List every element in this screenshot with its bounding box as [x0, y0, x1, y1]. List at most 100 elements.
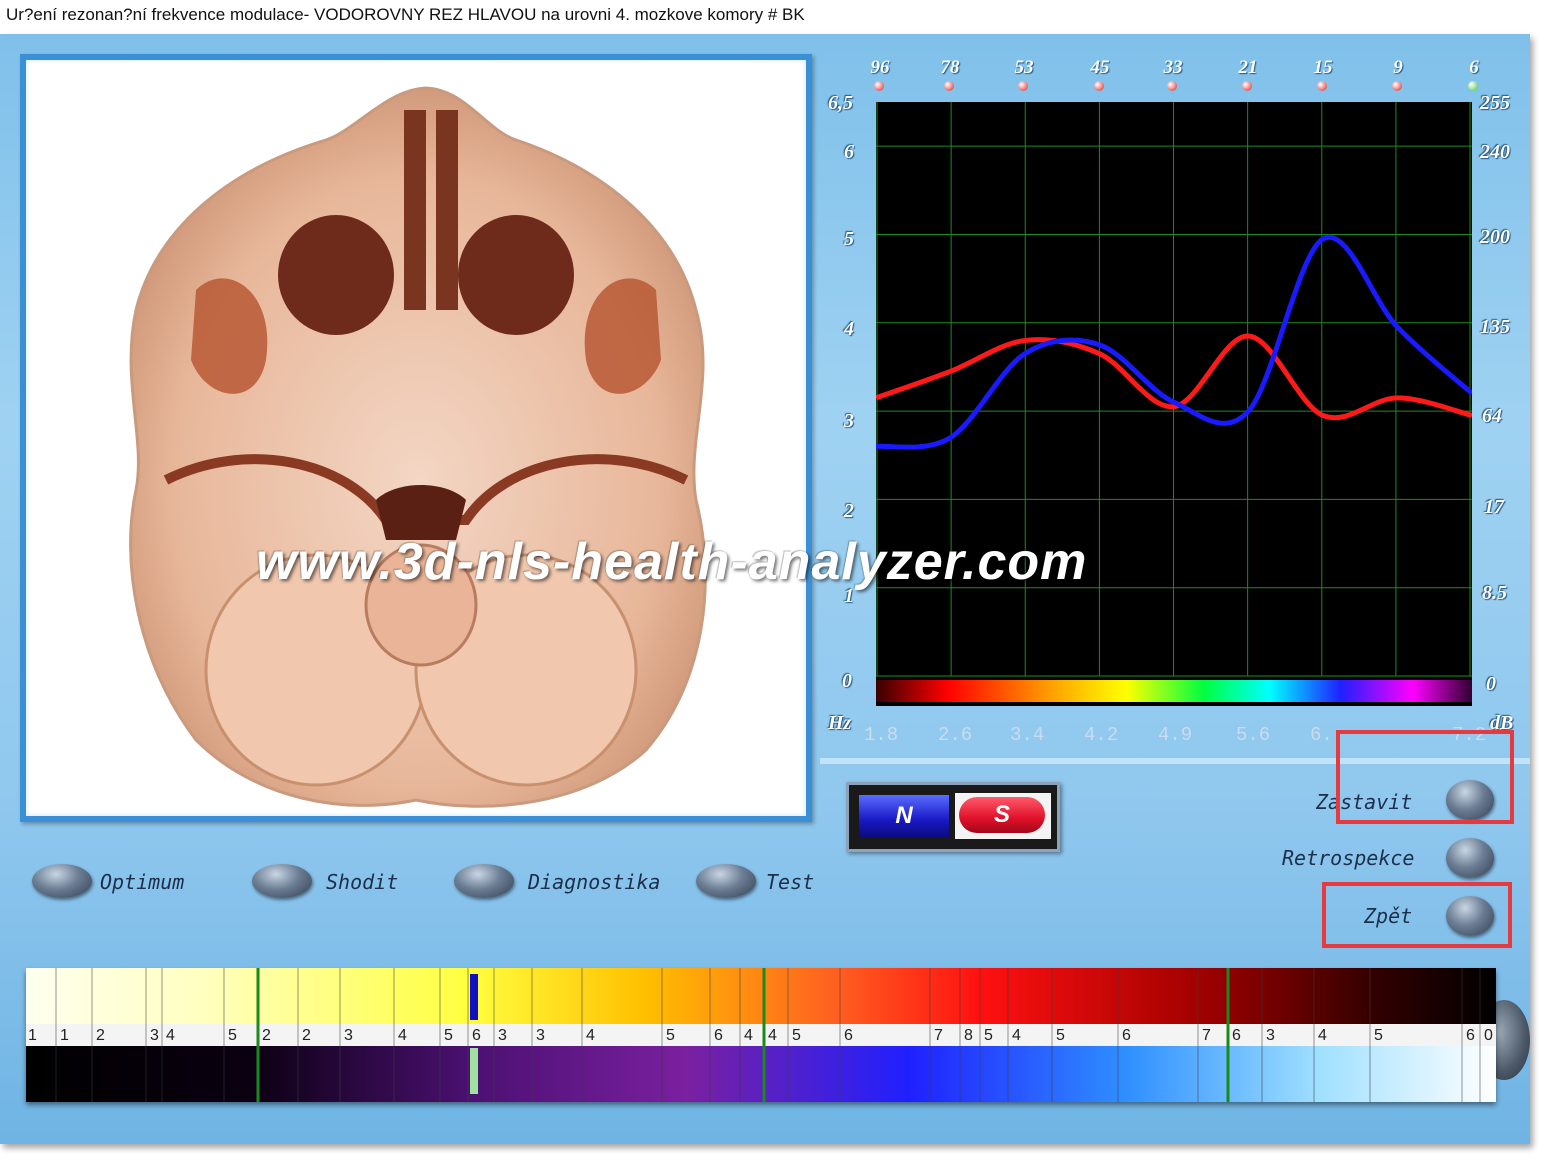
scale-number: 2: [96, 1027, 105, 1044]
right-axis-label: 240: [1480, 141, 1510, 163]
right-axis-label: 64: [1482, 405, 1502, 427]
top-indicator-dot: [1094, 81, 1104, 91]
left-axis-label: 4: [844, 318, 854, 340]
scale-position-marker-lower[interactable]: [470, 1048, 478, 1094]
retrospekce-button[interactable]: [1446, 838, 1494, 878]
x-axis-label: 2.6: [938, 724, 973, 746]
optimum-label[interactable]: Optimum: [100, 870, 184, 894]
top-frequency-label: 15: [1313, 57, 1333, 78]
scale-number: 6: [1122, 1027, 1131, 1044]
left-axis-label: 2: [844, 500, 854, 522]
scale-number-band: [26, 1024, 1496, 1046]
right-axis-label: 200: [1480, 226, 1510, 248]
scale-number: 3: [1266, 1027, 1275, 1044]
top-frequency-label: 53: [1014, 57, 1034, 78]
scale-number: 3: [150, 1027, 159, 1044]
scale-number: 7: [934, 1027, 943, 1044]
s-polarity-button[interactable]: S: [959, 797, 1045, 833]
x-axis-label: 6.: [1310, 724, 1333, 746]
scale-number: 0: [1484, 1027, 1493, 1044]
highlight-box-zpet: [1322, 882, 1512, 948]
top-frequency-label: 45: [1090, 57, 1110, 78]
top-frequency-label: 78: [940, 57, 960, 78]
top-frequency-label: 96: [870, 57, 890, 78]
top-frequency-label: 33: [1163, 57, 1183, 78]
right-axis-label: 255: [1480, 92, 1510, 114]
spectrum-strip: [876, 680, 1472, 702]
left-axis-label: 6: [844, 141, 854, 163]
top-indicator-dot: [1242, 81, 1252, 91]
frequency-scale-bar[interactable]: 1123452234563345644567854567634560: [26, 968, 1496, 1102]
scale-number: 6: [1466, 1027, 1475, 1044]
scale-number: 4: [744, 1027, 753, 1044]
diagnostika-label[interactable]: Diagnostika: [528, 870, 660, 894]
scale-number: 5: [666, 1027, 675, 1044]
top-indicator-dot: [944, 81, 954, 91]
x-axis-label: 1.8: [864, 724, 899, 746]
right-axis-label: 0: [1486, 673, 1496, 695]
scale-number: 4: [398, 1027, 407, 1044]
scale-number: 4: [768, 1027, 777, 1044]
scale-number: 5: [444, 1027, 453, 1044]
shodit-button[interactable]: [252, 864, 312, 898]
frequency-chart-svg: [875, 102, 1474, 702]
shodit-label[interactable]: Shodit: [326, 870, 398, 894]
scale-number: 3: [536, 1027, 545, 1044]
top-indicator-dot: [1392, 81, 1402, 91]
x-axis-label: 3.4: [1010, 724, 1045, 746]
outer-margin-right: [1530, 0, 1552, 1168]
scale-number: 8: [964, 1027, 973, 1044]
optimum-button[interactable]: [32, 864, 92, 898]
watermark-text: www.3d-nls-health-analyzer.com: [256, 533, 1088, 591]
anatomy-image-panel: [20, 54, 812, 822]
scale-position-marker[interactable]: [470, 974, 478, 1020]
x-axis-label: 5.6: [1236, 724, 1271, 746]
polarity-toggle: N S: [846, 782, 1060, 852]
top-indicator-dot: [1468, 81, 1478, 91]
scale-number: 4: [1012, 1027, 1021, 1044]
scale-number: 1: [60, 1027, 69, 1044]
top-frequency-label: 9: [1393, 57, 1403, 78]
scale-number: 4: [1318, 1027, 1327, 1044]
right-axis-label: 8.5: [1482, 582, 1507, 604]
scale-number: 5: [1056, 1027, 1065, 1044]
top-indicator-dot: [1167, 81, 1177, 91]
scale-number: 5: [984, 1027, 993, 1044]
frequency-chart-plot: [875, 102, 1474, 706]
scale-number: 6: [472, 1027, 481, 1044]
scale-number: 3: [498, 1027, 507, 1044]
frequency-scale-svg: 1123452234563345644567854567634560: [26, 968, 1496, 1102]
top-indicator-dot: [1018, 81, 1028, 91]
window-title: Ur?ení rezonan?ní frekvence modulace- VO…: [0, 0, 1530, 30]
x-unit-label: Hz: [828, 712, 852, 734]
warm-scale-band: [26, 968, 1496, 1024]
scale-number: 5: [1374, 1027, 1383, 1044]
x-axis-label: 4.9: [1158, 724, 1193, 746]
scale-number: 4: [586, 1027, 595, 1044]
top-indicator-dot: [874, 81, 884, 91]
test-label[interactable]: Test: [766, 870, 814, 894]
left-axis-label: 5: [844, 228, 854, 250]
left-axis-label: 0: [842, 670, 852, 692]
scale-number: 6: [1232, 1027, 1241, 1044]
top-frequency-label: 6: [1469, 57, 1479, 78]
left-axis-label: 3: [844, 410, 854, 432]
top-frequency-label: 21: [1238, 57, 1258, 78]
diagnostika-button[interactable]: [454, 864, 514, 898]
head-cross-section-image: [129, 86, 707, 808]
s-polarity-button-frame[interactable]: S: [955, 793, 1051, 839]
scale-number: 6: [714, 1027, 723, 1044]
right-axis-label: 135: [1480, 316, 1510, 338]
scale-number: 4: [166, 1027, 175, 1044]
test-button[interactable]: [696, 864, 756, 898]
scale-number: 2: [302, 1027, 311, 1044]
scale-number: 3: [344, 1027, 353, 1044]
scale-number: 2: [262, 1027, 271, 1044]
scale-number: 5: [228, 1027, 237, 1044]
scale-number: 1: [28, 1027, 37, 1044]
scale-number: 5: [792, 1027, 801, 1044]
top-indicator-dot: [1317, 81, 1327, 91]
x-axis-label: 4.2: [1084, 724, 1119, 746]
n-polarity-button[interactable]: N: [859, 795, 949, 837]
retrospekce-label[interactable]: Retrospekce: [1282, 846, 1414, 870]
